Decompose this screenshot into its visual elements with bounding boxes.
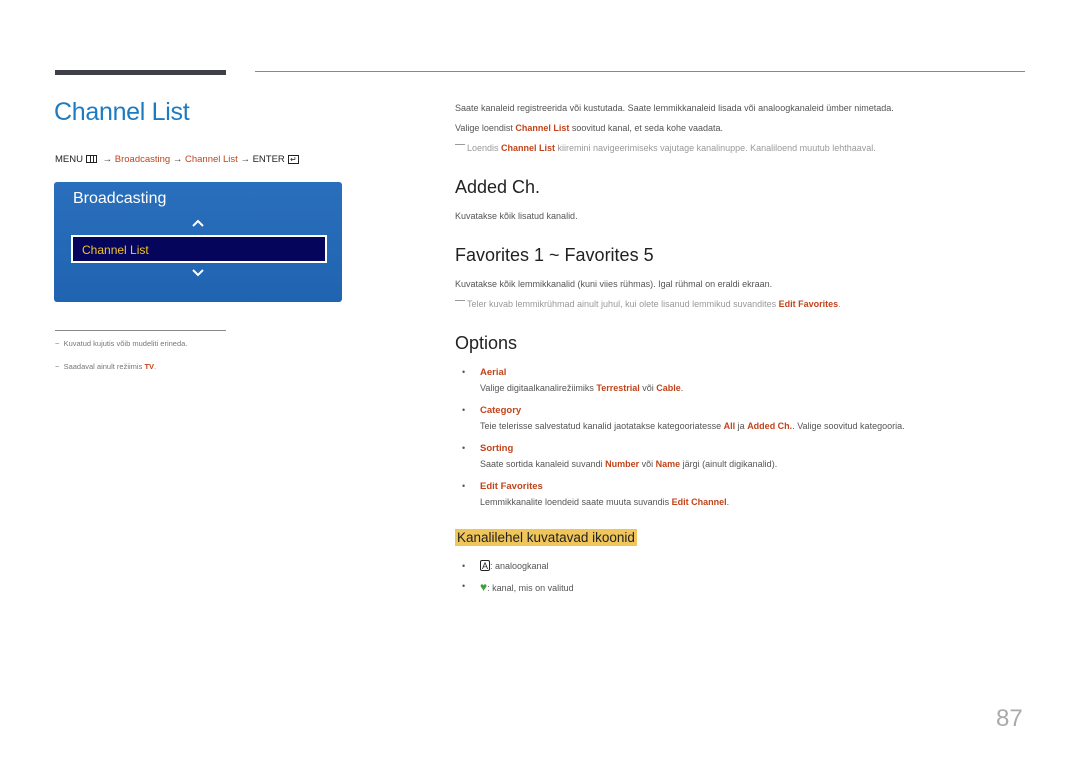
intro-line-1: Saate kanaleid registreerida või kustuta…: [455, 103, 894, 113]
arrow: →: [102, 154, 113, 165]
bullet: •: [462, 581, 466, 591]
favorites-desc: Kuvatakse kõik lemmikkanalid (kuni viies…: [455, 279, 773, 289]
page-number: 87: [996, 705, 1023, 732]
footnote: − Kuvatud kujutis võib mudeliti erineda.: [55, 339, 188, 348]
section-heading-added: Added Ch.: [455, 177, 541, 197]
enter-label: ENTER: [252, 154, 285, 165]
arrow: →: [172, 154, 183, 165]
bullet: •: [462, 443, 466, 453]
option-edit-favorites-title: Edit Favorites: [480, 481, 543, 492]
note-dash-icon: [455, 300, 465, 302]
chevron-down-icon[interactable]: [191, 266, 205, 280]
option-aerial-desc: Valige digitaalkanalirežiimiks Terrestri…: [480, 383, 684, 393]
option-sorting-title: Sorting: [480, 443, 514, 454]
bullet: •: [462, 561, 466, 571]
note-dash-icon: [455, 144, 465, 146]
page-title: Channel List: [54, 98, 190, 126]
arrow: →: [240, 154, 250, 165]
osd-menu-panel: Broadcasting Channel List: [54, 182, 342, 302]
menu-grid-icon: [85, 155, 97, 164]
bullet: •: [462, 367, 466, 377]
favorites-note: Teler kuvab lemmikrühmad ainult juhul, k…: [455, 299, 841, 309]
option-edit-favorites-desc: Lemmikkanalite loendeid saate muuta suva…: [480, 497, 730, 507]
footnote: − Saadaval ainult režiimis TV.: [55, 362, 157, 371]
option-sorting-desc: Saate sortida kanaleid suvandi Number võ…: [480, 459, 778, 469]
osd-selected-item[interactable]: Channel List: [71, 235, 327, 263]
bullet: •: [462, 481, 466, 491]
chevron-up-icon[interactable]: [191, 216, 205, 230]
intro-note: Loendis Channel List kiiremini navigeeri…: [455, 143, 876, 153]
option-category-title: Category: [480, 405, 522, 416]
osd-selected-label: Channel List: [82, 243, 149, 257]
header-rule-thick: [55, 70, 226, 75]
header-rule-thin: [255, 71, 1025, 72]
icon-item-favorite: ♥: kanal, mis on valitud: [480, 580, 574, 594]
section-heading-favorites: Favorites 1 ~ Favorites 5: [455, 245, 654, 265]
added-desc: Kuvatakse kõik lisatud kanalid.: [455, 211, 578, 221]
enter-icon: ↵: [287, 154, 299, 164]
analog-a-icon: A: [480, 560, 490, 571]
menu-step-channel-list: Channel List: [185, 154, 238, 165]
footnote-divider: [55, 330, 226, 331]
option-aerial-title: Aerial: [480, 367, 507, 378]
bullet: •: [462, 405, 466, 415]
icon-item-analog: A: analoogkanal: [480, 560, 549, 571]
section-heading-icons: Kanalilehel kuvatavad ikoonid: [455, 529, 637, 546]
osd-title: Broadcasting: [73, 190, 167, 207]
menu-step-broadcasting: Broadcasting: [114, 154, 171, 165]
menu-label: MENU: [55, 154, 83, 165]
option-category-desc: Teie telerisse salvestatud kanalid jaota…: [480, 421, 905, 431]
section-heading-options: Options: [455, 333, 518, 353]
menu-path: MENU → Broadcasting → Channel List → ENT…: [55, 154, 299, 165]
intro-line-2: Valige loendist Channel List soovitud ka…: [455, 123, 723, 133]
